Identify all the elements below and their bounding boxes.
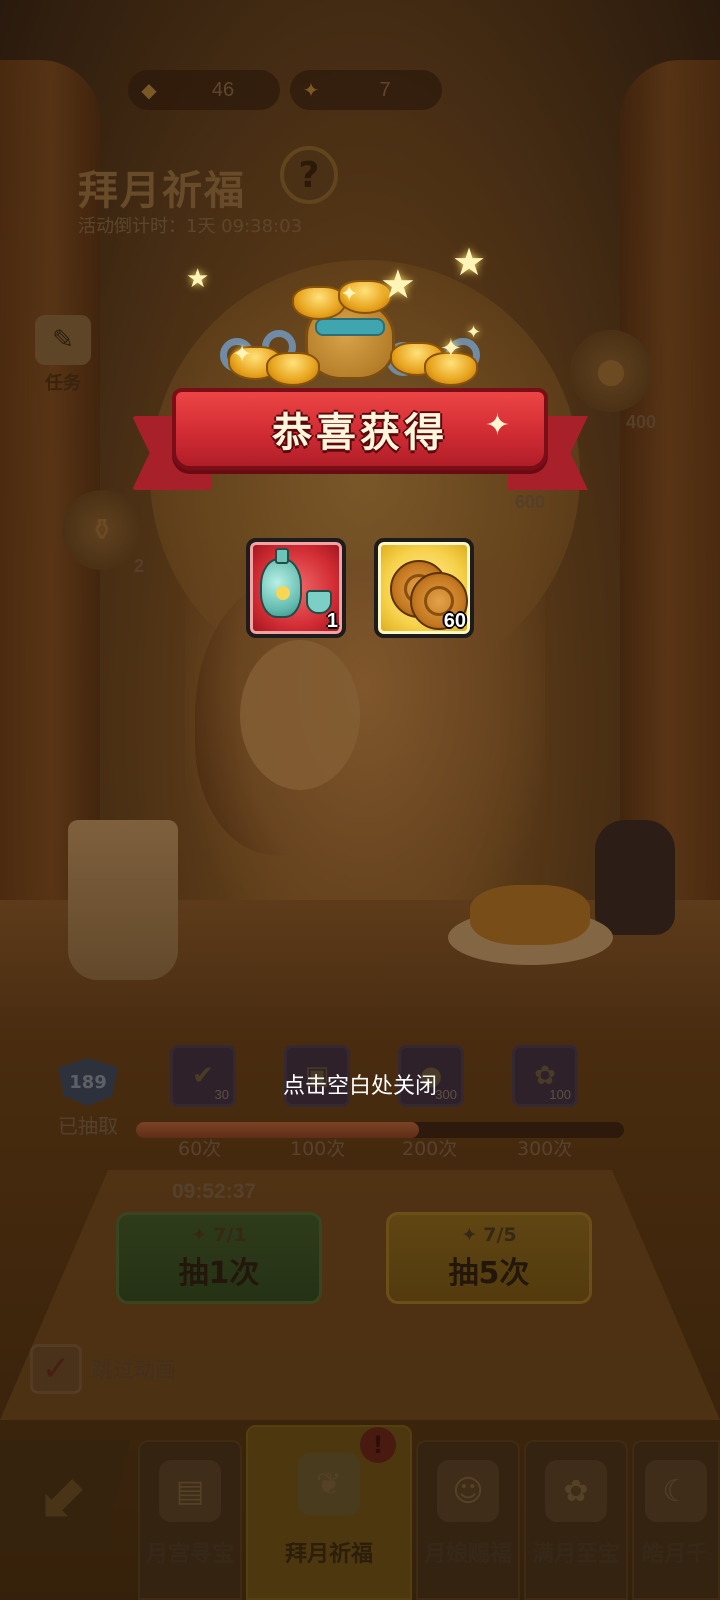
sparkle-star: ★: [452, 240, 487, 284]
reward-item-wine-set[interactable]: 1: [246, 538, 346, 638]
reward-count: 60: [443, 610, 466, 632]
sparkle-star: ✦: [232, 340, 253, 368]
reward-popup: ★ ★ ★ ✦ ✦ ✦ ✦ 恭喜获得 ✦ 1 60 点击空白处关闭: [0, 0, 720, 1600]
sparkle-star: ✦: [466, 322, 482, 343]
wine-bottle: [260, 548, 302, 618]
close-blank-area[interactable]: [0, 0, 720, 1600]
sparkle-star: ★: [186, 264, 210, 294]
reward-list: 1 60: [0, 538, 720, 638]
close-hint: 点击空白处关闭: [282, 1074, 437, 1099]
flower-pattern: [276, 586, 290, 600]
gold-ingot: [266, 352, 320, 386]
reward-item-mooncake[interactable]: 60: [374, 538, 474, 638]
bottle-neck: [275, 548, 289, 564]
sparkle-icon: ✦: [484, 408, 510, 443]
porcelain-wine-set-icon: [260, 548, 332, 624]
coin-bag-tie: [315, 318, 385, 336]
sparkle-star: ✦: [340, 282, 359, 307]
sparkle-star: ★: [380, 262, 416, 308]
sparkle-star: ✦: [440, 334, 462, 364]
reward-count: 1: [326, 610, 338, 632]
popup-title: 恭喜获得: [272, 410, 448, 456]
congrats-banner: 恭喜获得 ✦: [132, 382, 588, 494]
